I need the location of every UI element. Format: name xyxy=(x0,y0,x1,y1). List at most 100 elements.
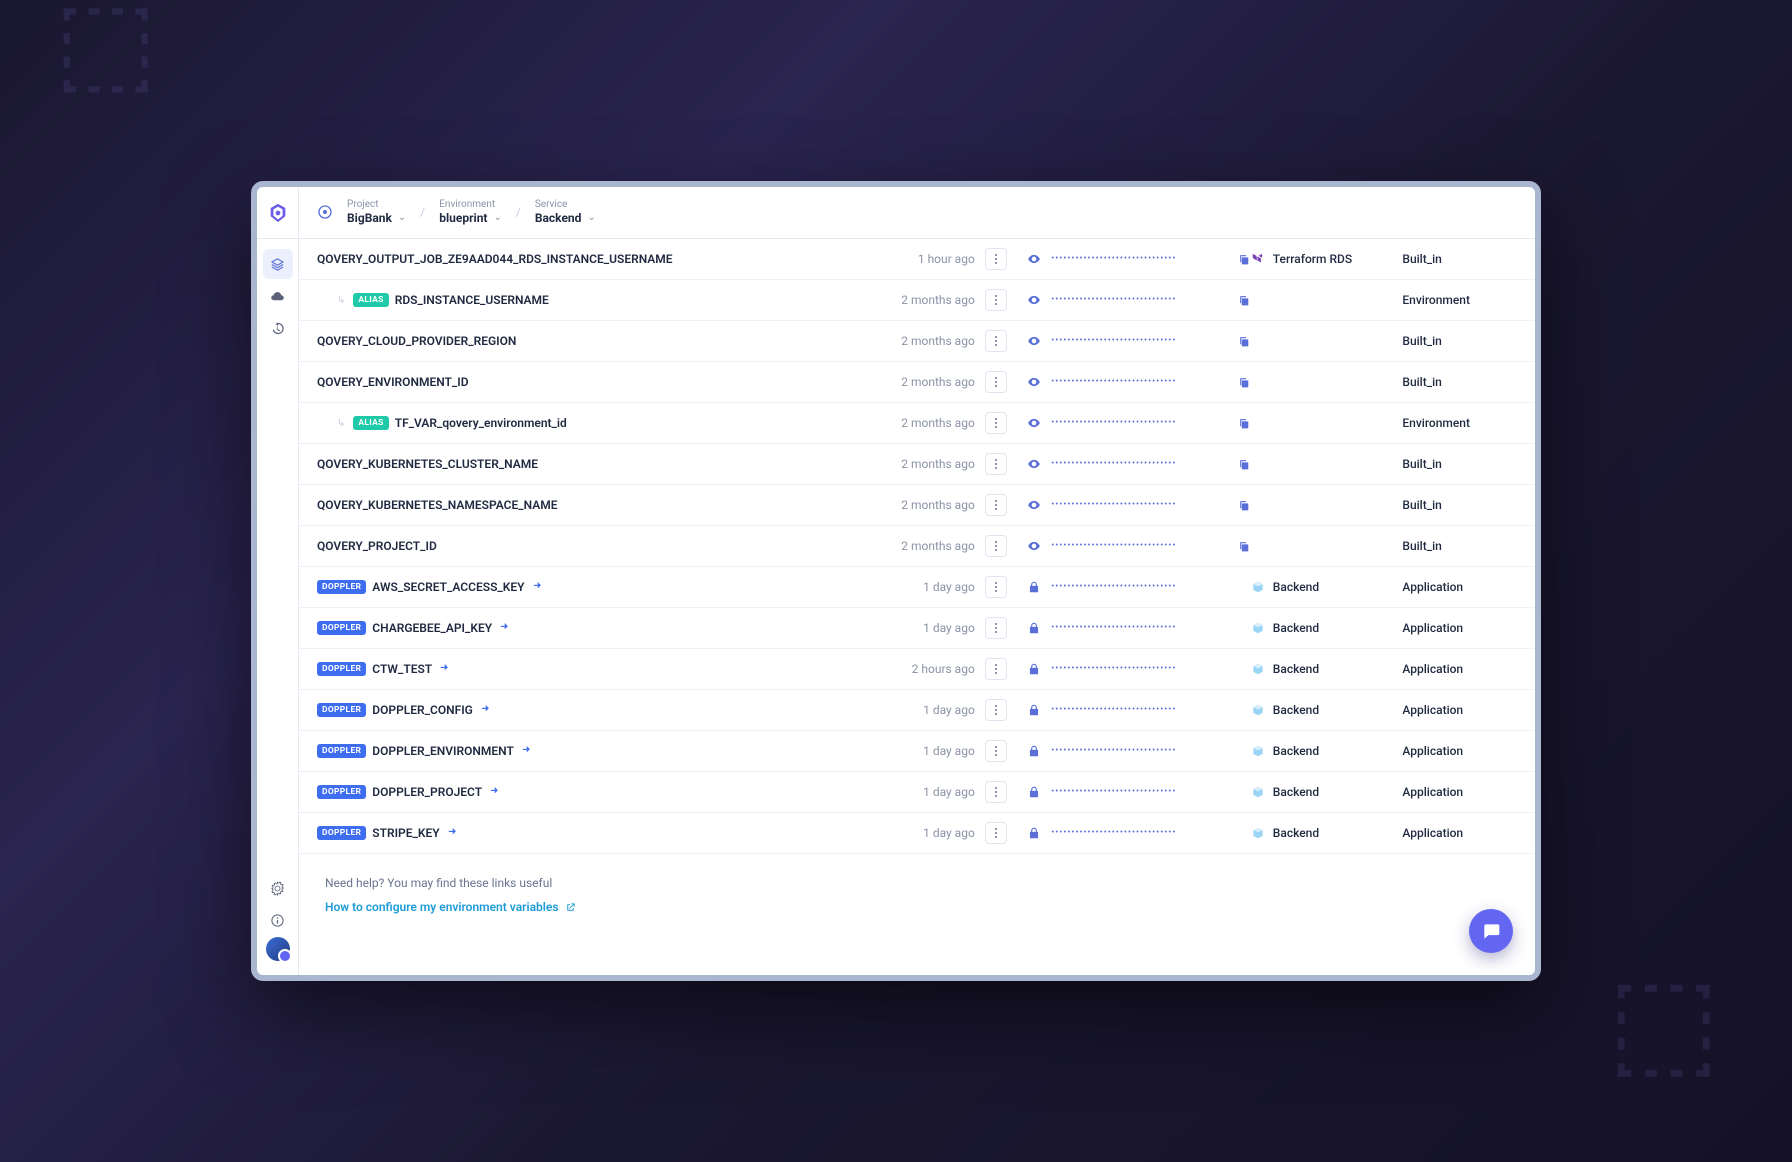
row-actions-button[interactable] xyxy=(985,248,1007,270)
row-actions-button[interactable] xyxy=(985,330,1007,352)
copy-button[interactable] xyxy=(1238,417,1251,430)
row-actions-button[interactable] xyxy=(985,822,1007,844)
app-logo[interactable] xyxy=(257,187,299,239)
sidebar-settings[interactable] xyxy=(263,873,293,903)
row-actions-button[interactable] xyxy=(985,781,1007,803)
variable-scope: Environment xyxy=(1402,293,1535,307)
row-actions-button[interactable] xyxy=(985,453,1007,475)
service-name: Terraform RDS xyxy=(1273,252,1352,266)
row-actions-button[interactable] xyxy=(985,699,1007,721)
lock-icon[interactable] xyxy=(1027,744,1041,758)
sidebar xyxy=(257,239,299,975)
variable-row: DOPPLERAWS_SECRET_ACCESS_KEY1 day ago•••… xyxy=(299,567,1535,608)
external-source-icon[interactable] xyxy=(520,745,532,757)
copy-button[interactable] xyxy=(1238,335,1251,348)
variable-updated-time: 1 day ago xyxy=(899,703,985,717)
row-actions-button[interactable] xyxy=(985,617,1007,639)
breadcrumb-project-value: BigBank xyxy=(347,211,392,225)
eye-icon[interactable] xyxy=(1027,498,1041,512)
gear-icon xyxy=(270,881,285,896)
application-icon xyxy=(1251,785,1265,799)
row-actions-button[interactable] xyxy=(985,494,1007,516)
help-question: Need help? You may find these links usef… xyxy=(325,876,1509,890)
copy-button[interactable] xyxy=(1238,499,1251,512)
topbar: Project BigBank ⌄ / Environment blueprin… xyxy=(257,187,1535,239)
breadcrumb-environment[interactable]: Environment blueprint ⌄ xyxy=(439,199,502,225)
row-actions-button[interactable] xyxy=(985,535,1007,557)
lock-icon[interactable] xyxy=(1027,703,1041,717)
variables-panel: QOVERY_OUTPUT_JOB_ZE9AAD044_RDS_INSTANCE… xyxy=(299,239,1535,975)
variable-scope: Environment xyxy=(1402,416,1535,430)
eye-icon[interactable] xyxy=(1027,375,1041,389)
variable-name: DOPPLER_ENVIRONMENT xyxy=(372,744,514,758)
application-icon xyxy=(1251,580,1265,594)
sidebar-history[interactable] xyxy=(263,313,293,343)
external-source-icon[interactable] xyxy=(498,622,510,634)
breadcrumb-project[interactable]: Project BigBank ⌄ xyxy=(347,199,406,225)
row-actions-button[interactable] xyxy=(985,289,1007,311)
doppler-badge: DOPPLER xyxy=(317,703,366,717)
external-source-icon[interactable] xyxy=(446,827,458,839)
masked-value: ••••••••••••••••••••••••••••••• xyxy=(1051,828,1251,838)
masked-value: ••••••••••••••••••••••••••••••• xyxy=(1051,377,1228,387)
eye-icon[interactable] xyxy=(1027,293,1041,307)
service-name: Backend xyxy=(1273,744,1319,758)
row-actions-button[interactable] xyxy=(985,740,1007,762)
variable-row: QOVERY_PROJECT_ID2 months ago•••••••••••… xyxy=(299,526,1535,567)
row-actions-button[interactable] xyxy=(985,371,1007,393)
row-actions-button[interactable] xyxy=(985,576,1007,598)
eye-icon[interactable] xyxy=(1027,334,1041,348)
layers-icon xyxy=(270,257,285,272)
sidebar-info[interactable] xyxy=(263,905,293,935)
variable-row: ↳ALIASRDS_INSTANCE_USERNAME2 months ago•… xyxy=(299,280,1535,321)
breadcrumb-env-label: Environment xyxy=(439,199,502,211)
variable-updated-time: 1 day ago xyxy=(899,580,985,594)
copy-button[interactable] xyxy=(1238,540,1251,553)
variable-name: QOVERY_CLOUD_PROVIDER_REGION xyxy=(317,334,516,348)
external-source-icon[interactable] xyxy=(488,786,500,798)
external-source-icon[interactable] xyxy=(479,704,491,716)
lock-icon[interactable] xyxy=(1027,826,1041,840)
copy-button[interactable] xyxy=(1238,253,1251,266)
variables-list: QOVERY_OUTPUT_JOB_ZE9AAD044_RDS_INSTANCE… xyxy=(299,239,1535,854)
alias-badge: ALIAS xyxy=(353,293,388,307)
external-source-icon[interactable] xyxy=(531,581,543,593)
masked-value: ••••••••••••••••••••••••••••••• xyxy=(1051,623,1251,633)
breadcrumb-env-value: blueprint xyxy=(439,211,487,225)
chat-fab[interactable] xyxy=(1469,909,1513,953)
copy-button[interactable] xyxy=(1238,376,1251,389)
variable-updated-time: 2 months ago xyxy=(899,416,985,430)
sidebar-cloud[interactable] xyxy=(263,281,293,311)
lock-icon[interactable] xyxy=(1027,785,1041,799)
variable-row: DOPPLERCHARGEBEE_API_KEY1 day ago•••••••… xyxy=(299,608,1535,649)
copy-button[interactable] xyxy=(1238,458,1251,471)
variable-scope: Application xyxy=(1402,662,1535,676)
variable-name: RDS_INSTANCE_USERNAME xyxy=(395,293,549,307)
variable-row: QOVERY_ENVIRONMENT_ID2 months ago•••••••… xyxy=(299,362,1535,403)
lock-icon[interactable] xyxy=(1027,580,1041,594)
variable-updated-time: 1 day ago xyxy=(899,744,985,758)
row-actions-button[interactable] xyxy=(985,658,1007,680)
masked-value: ••••••••••••••••••••••••••••••• xyxy=(1051,541,1228,551)
variable-scope: Built_in xyxy=(1402,252,1535,266)
user-avatar[interactable] xyxy=(266,937,290,961)
masked-value: ••••••••••••••••••••••••••••••• xyxy=(1051,418,1228,428)
help-link[interactable]: How to configure my environment variable… xyxy=(325,900,1509,914)
copy-button[interactable] xyxy=(1238,294,1251,307)
external-source-icon[interactable] xyxy=(438,663,450,675)
doppler-badge: DOPPLER xyxy=(317,621,366,635)
eye-icon[interactable] xyxy=(1027,539,1041,553)
variable-scope: Application xyxy=(1402,744,1535,758)
application-icon xyxy=(1251,744,1265,758)
variable-updated-time: 2 months ago xyxy=(899,498,985,512)
variable-name: DOPPLER_CONFIG xyxy=(372,703,473,717)
lock-icon[interactable] xyxy=(1027,621,1041,635)
lock-icon[interactable] xyxy=(1027,662,1041,676)
row-actions-button[interactable] xyxy=(985,412,1007,434)
eye-icon[interactable] xyxy=(1027,416,1041,430)
service-name: Backend xyxy=(1273,785,1319,799)
breadcrumb-service[interactable]: Service Backend ⌄ xyxy=(535,199,596,225)
eye-icon[interactable] xyxy=(1027,457,1041,471)
sidebar-environments[interactable] xyxy=(263,249,293,279)
eye-icon[interactable] xyxy=(1027,252,1041,266)
